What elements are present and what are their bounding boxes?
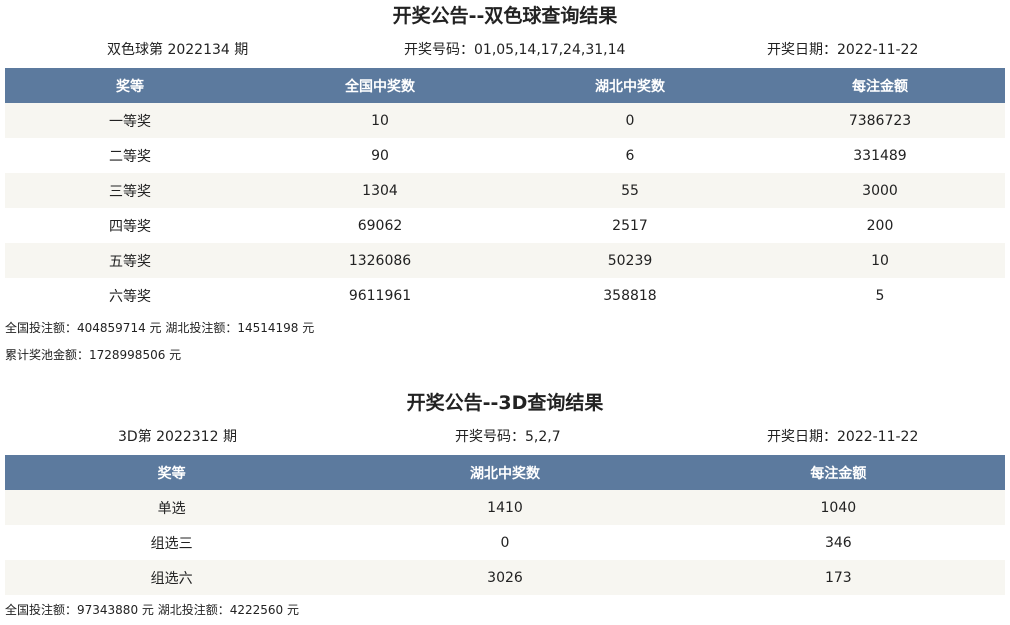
table-row: 组选六 3026 173: [5, 560, 1005, 595]
fc3d-bet-summary: 全国投注额：97343880 元 湖北投注额：4222560 元: [5, 603, 299, 617]
ssq-issue: 双色球第 2022134 期: [107, 42, 249, 58]
ssq-col-header: 湖北中奖数: [505, 68, 755, 103]
ssq-bet-summary: 全国投注额：404859714 元 湖北投注额：14514198 元: [5, 321, 315, 335]
hubei-winners: 55: [505, 173, 755, 208]
ssq-date: 开奖日期：2022-11-22: [767, 42, 919, 58]
national-winners: 1326086: [255, 243, 505, 278]
table-row: 六等奖 9611961 358818 5: [5, 278, 1005, 313]
prize-level: 三等奖: [5, 173, 255, 208]
ssq-col-header: 全国中奖数: [255, 68, 505, 103]
hubei-winners: 358818: [505, 278, 755, 313]
national-winners: 69062: [255, 208, 505, 243]
prize-level: 四等奖: [5, 208, 255, 243]
prize-amount: 3000: [755, 173, 1005, 208]
ssq-pool-summary: 累计奖池金额：1728998506 元: [5, 348, 182, 362]
national-winners: 90: [255, 138, 505, 173]
prize-level: 二等奖: [5, 138, 255, 173]
ssq-info-row: 双色球第 2022134 期 开奖号码：01,05,14,17,24,31,14…: [0, 32, 1010, 68]
ssq-title: 开奖公告--双色球查询结果: [392, 5, 618, 27]
fc3d-table: 奖等 湖北中奖数 每注金额 单选 1410 1040 组选三 0 346 组选六…: [5, 455, 1005, 595]
prize-level: 单选: [5, 490, 339, 525]
prize-level: 五等奖: [5, 243, 255, 278]
prize-level: 六等奖: [5, 278, 255, 313]
prize-amount: 1040: [671, 490, 1005, 525]
fc3d-date: 开奖日期：2022-11-22: [767, 429, 919, 445]
national-winners: 9611961: [255, 278, 505, 313]
hubei-winners: 2517: [505, 208, 755, 243]
hubei-winners: 50239: [505, 243, 755, 278]
ssq-section: 开奖公告--双色球查询结果 双色球第 2022134 期 开奖号码：01,05,…: [0, 0, 1010, 369]
ssq-col-header: 每注金额: [755, 68, 1005, 103]
prize-level: 组选三: [5, 525, 339, 560]
ssq-table-header: 奖等 全国中奖数 湖北中奖数 每注金额: [5, 68, 1005, 103]
hubei-winners: 6: [505, 138, 755, 173]
fc3d-issue: 3D第 2022312 期: [118, 429, 237, 445]
national-winners: 1304: [255, 173, 505, 208]
fc3d-title: 开奖公告--3D查询结果: [406, 392, 604, 414]
table-row: 三等奖 1304 55 3000: [5, 173, 1005, 208]
national-winners: 10: [255, 103, 505, 138]
table-row: 单选 1410 1040: [5, 490, 1005, 525]
prize-amount: 331489: [755, 138, 1005, 173]
prize-level: 组选六: [5, 560, 339, 595]
table-row: 组选三 0 346: [5, 525, 1005, 560]
ssq-numbers: 开奖号码：01,05,14,17,24,31,14: [404, 42, 626, 58]
fc3d-numbers: 开奖号码：5,2,7: [455, 429, 561, 445]
prize-amount: 173: [671, 560, 1005, 595]
prize-amount: 200: [755, 208, 1005, 243]
prize-amount: 346: [671, 525, 1005, 560]
table-row: 四等奖 69062 2517 200: [5, 208, 1005, 243]
ssq-col-header: 奖等: [5, 68, 255, 103]
prize-amount: 5: [755, 278, 1005, 313]
fc3d-table-header: 奖等 湖北中奖数 每注金额: [5, 455, 1005, 490]
ssq-table: 奖等 全国中奖数 湖北中奖数 每注金额 一等奖 10 0 7386723 二等奖…: [5, 68, 1005, 313]
prize-amount: 10: [755, 243, 1005, 278]
table-row: 一等奖 10 0 7386723: [5, 103, 1005, 138]
fc3d-col-header: 湖北中奖数: [338, 455, 672, 490]
fc3d-info-row: 3D第 2022312 期 开奖号码：5,2,7 开奖日期：2022-11-22: [0, 419, 1010, 455]
hubei-winners: 0: [505, 103, 755, 138]
fc3d-section: 开奖公告--3D查询结果 3D第 2022312 期 开奖号码：5,2,7 开奖…: [0, 387, 1010, 624]
fc3d-col-header: 奖等: [5, 455, 339, 490]
hubei-winners: 1410: [338, 490, 672, 525]
table-row: 五等奖 1326086 50239 10: [5, 243, 1005, 278]
hubei-winners: 0: [338, 525, 672, 560]
table-row: 二等奖 90 6 331489: [5, 138, 1005, 173]
fc3d-col-header: 每注金额: [671, 455, 1005, 490]
hubei-winners: 3026: [338, 560, 672, 595]
prize-amount: 7386723: [755, 103, 1005, 138]
prize-level: 一等奖: [5, 103, 255, 138]
